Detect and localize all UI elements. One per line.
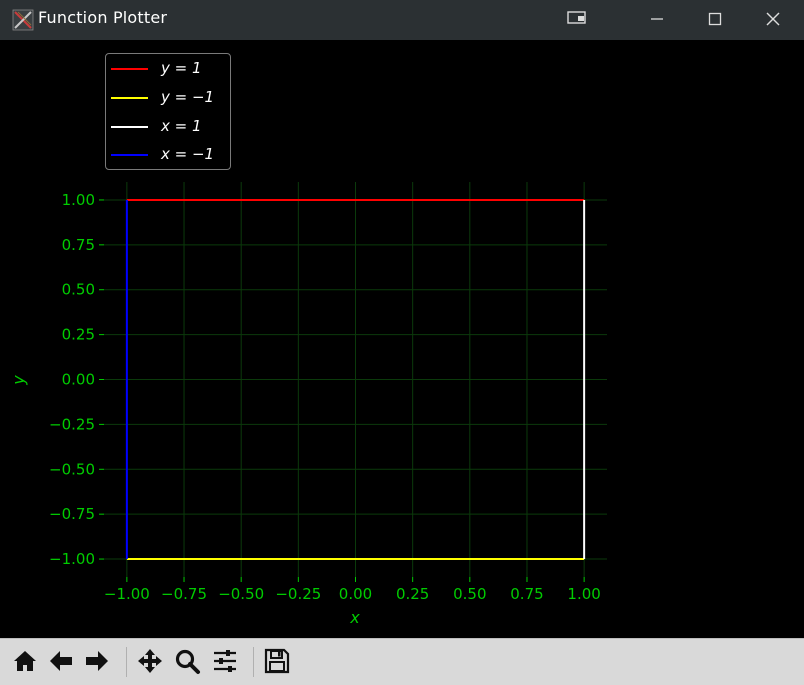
y-tick-label: 0.00: [62, 371, 95, 389]
legend-label: y = 1: [161, 59, 202, 77]
x-tick-label: 0.75: [510, 585, 543, 603]
y-tick-label: −0.25: [49, 415, 95, 433]
tick-marks: [99, 199, 585, 582]
sliders-icon: [211, 647, 239, 675]
y-axis-label: y: [9, 375, 28, 386]
legend-line-swatch: [111, 126, 148, 128]
minimize-button[interactable]: [628, 0, 686, 40]
x-tick-label: −1.00: [104, 585, 150, 603]
arrow-left-icon: [47, 647, 75, 675]
x-tick-label: −0.75: [161, 585, 207, 603]
legend-entry: y = −1: [106, 88, 230, 108]
app-icon: [12, 9, 34, 31]
move-icon: [136, 647, 164, 675]
navigation-toolbar: [0, 638, 804, 685]
y-tick-label: 1.00: [62, 191, 95, 209]
legend-entry: x = 1: [106, 117, 230, 137]
title-bar[interactable]: Function Plotter: [0, 0, 804, 40]
window-tabs-button[interactable]: [548, 0, 606, 40]
close-button[interactable]: [744, 0, 802, 40]
toolbar-separator: [126, 647, 127, 677]
minimize-icon: [650, 11, 664, 30]
legend-entry: y = 1: [106, 59, 230, 79]
legend-label: x = −1: [161, 145, 215, 163]
home-button[interactable]: [8, 644, 42, 678]
legend-label: y = −1: [161, 88, 215, 106]
legend-line-swatch: [111, 97, 148, 99]
arrow-right-icon: [83, 647, 111, 675]
x-axis-label: x: [349, 608, 360, 627]
grid-lines: [104, 182, 607, 577]
window-tabs-icon: [567, 10, 587, 30]
back-button[interactable]: [44, 644, 78, 678]
y-tick-label: −0.50: [49, 460, 95, 478]
x-tick-label: 0.50: [453, 585, 486, 603]
y-tick-label: 0.75: [62, 236, 95, 254]
floppy-disk-icon: [263, 647, 291, 675]
legend: y = 1 y = −1 x = 1 x = −1: [105, 53, 231, 170]
home-icon: [11, 647, 39, 675]
x-tick-label: 0.00: [339, 585, 372, 603]
y-tick-label: −0.75: [49, 505, 95, 523]
forward-button[interactable]: [80, 644, 114, 678]
legend-entry: x = −1: [106, 145, 230, 165]
close-icon: [766, 11, 780, 30]
tick-labels: −1.00 −0.75 −0.50 −0.25 0.00 0.25 0.50 0.75 1.00…: [49, 191, 601, 603]
legend-line-swatch: [111, 154, 148, 156]
configure-subplots-button[interactable]: [208, 644, 242, 678]
pan-button[interactable]: [133, 644, 167, 678]
window-title: Function Plotter: [38, 8, 168, 27]
x-tick-label: 0.25: [396, 585, 429, 603]
y-tick-label: 0.25: [62, 326, 95, 344]
legend-label: x = 1: [161, 117, 202, 135]
plot-canvas[interactable]: −1.00 −0.75 −0.50 −0.25 0.00 0.25 0.50 0.75 1.00…: [0, 40, 804, 638]
x-tick-label: −0.25: [275, 585, 321, 603]
toolbar-separator: [253, 647, 254, 677]
y-tick-label: 0.50: [62, 281, 95, 299]
zoom-button[interactable]: [170, 644, 204, 678]
legend-line-swatch: [111, 68, 148, 70]
x-tick-label: −0.50: [218, 585, 264, 603]
function-plotter-window: Function Plotter −1.00 −0.75 −0.50 −0.25…: [0, 0, 804, 685]
x-tick-label: 1.00: [567, 585, 600, 603]
maximize-icon: [708, 11, 722, 30]
magnifier-icon: [173, 647, 201, 675]
save-button[interactable]: [260, 644, 294, 678]
y-tick-label: −1.00: [49, 550, 95, 568]
maximize-button[interactable]: [686, 0, 744, 40]
